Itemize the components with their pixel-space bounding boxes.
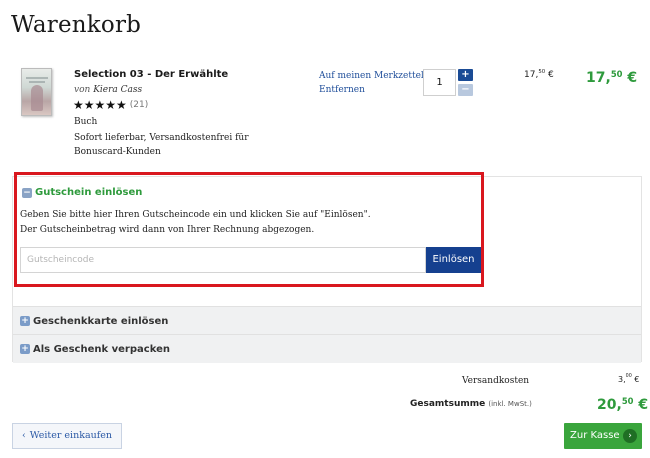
- shipping-value: 3,00 €: [618, 374, 640, 384]
- voucher-section-highlight: − Gutschein einlösen Geben Sie bitte hie…: [14, 172, 484, 287]
- line-total-main: 17,: [586, 70, 611, 86]
- tax-note: (inkl. MwSt.): [488, 400, 532, 408]
- grand-total-main: 20,: [597, 397, 622, 413]
- voucher-instructions-line: Der Gutscheinbetrag wird dann von Ihrer …: [20, 225, 315, 235]
- checkout-label: Zur Kasse: [570, 430, 620, 441]
- voucher-instructions-line: Geben Sie bitte hier Ihren Gutscheincode…: [20, 210, 371, 220]
- grand-total-text: Gesamtsumme: [410, 399, 486, 409]
- collapse-minus-icon: −: [22, 188, 32, 198]
- cover-decoration: [26, 77, 48, 79]
- product-rating: ★★★★★ (21): [73, 99, 148, 111]
- product-author: von Kiera Cass: [74, 85, 142, 95]
- grand-total-label: Gesamtsumme (inkl. MwSt.): [410, 399, 532, 409]
- product-type: Buch: [74, 117, 98, 127]
- line-total-price: 17,50 €: [586, 69, 638, 86]
- giftwrap-section-toggle[interactable]: + Als Geschenk verpacken: [13, 334, 641, 363]
- shipping-cents: 00: [625, 374, 632, 379]
- author-prefix: von: [74, 85, 91, 95]
- line-total-cents: 50: [610, 69, 623, 79]
- shipping-main: 3,: [618, 375, 626, 384]
- giftcard-label: Geschenkkarte einlösen: [33, 316, 169, 327]
- giftwrap-label: Als Geschenk verpacken: [33, 344, 170, 355]
- chevron-right-icon: ›: [623, 429, 637, 443]
- unit-price-currency: €: [545, 70, 554, 80]
- product-cover-image[interactable]: [21, 68, 52, 116]
- unit-price-main: 17,: [524, 70, 539, 80]
- author-name[interactable]: Kiera Cass: [93, 85, 142, 95]
- cover-decoration: [29, 81, 45, 83]
- expand-plus-icon: +: [20, 344, 30, 354]
- redeem-voucher-button[interactable]: Einlösen: [426, 247, 481, 273]
- checkout-button[interactable]: Zur Kasse ›: [564, 423, 642, 449]
- grand-total-currency: €: [633, 397, 649, 413]
- voucher-code-input[interactable]: [20, 247, 426, 273]
- voucher-instructions: Geben Sie bitte hier Ihren Gutscheincode…: [20, 208, 371, 238]
- quantity-increase-button[interactable]: +: [458, 69, 473, 81]
- add-to-wishlist-link[interactable]: Auf meinen Merkzettel: [319, 71, 424, 81]
- cover-figure: [31, 85, 43, 111]
- chevron-left-icon: ‹: [21, 430, 26, 441]
- giftcard-section-toggle[interactable]: + Geschenkkarte einlösen: [13, 306, 641, 335]
- product-availability: Sofort lieferbar, Versandkostenfrei für …: [74, 133, 249, 157]
- page-title: Warenkorb: [11, 12, 142, 38]
- product-title[interactable]: Selection 03 - Der Erwählte: [74, 69, 228, 80]
- quantity-decrease-button[interactable]: −: [458, 84, 473, 96]
- expand-plus-icon: +: [20, 316, 30, 326]
- continue-shopping-button[interactable]: ‹ Weiter einkaufen: [12, 423, 122, 449]
- shipping-label: Versandkosten: [462, 376, 530, 386]
- unit-price: 17,50 €: [524, 69, 554, 80]
- voucher-title: Gutschein einlösen: [35, 187, 143, 198]
- grand-total-cents: 50: [621, 396, 634, 406]
- shipping-currency: €: [631, 375, 640, 384]
- quantity-input[interactable]: 1: [423, 69, 456, 96]
- unit-price-cents: 50: [538, 69, 546, 75]
- rating-stars-icon: ★★★★★: [73, 98, 127, 112]
- continue-shopping-label: Weiter einkaufen: [29, 430, 113, 441]
- remove-item-link[interactable]: Entfernen: [319, 85, 365, 95]
- line-total-currency: €: [622, 70, 638, 86]
- grand-total-value: 20,50 €: [597, 396, 649, 413]
- rating-count[interactable]: (21): [130, 100, 148, 110]
